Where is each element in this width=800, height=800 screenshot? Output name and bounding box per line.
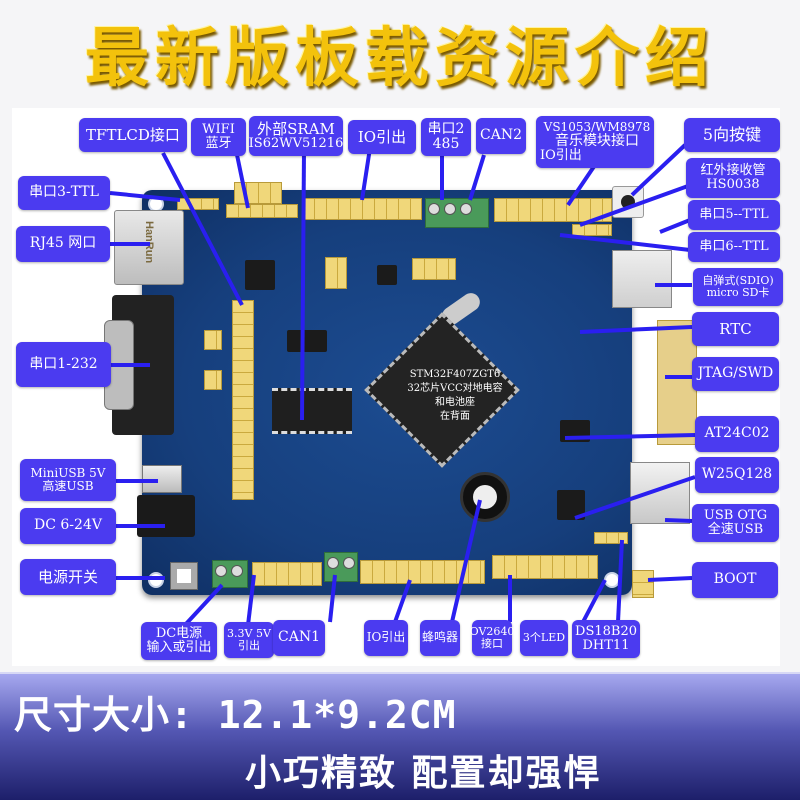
can-transceiver [377, 265, 397, 285]
p5-header [325, 257, 347, 289]
label-jtag: JTAG/SWD [692, 357, 779, 391]
label-uart2: 串口2 485 [421, 118, 471, 156]
label-ov2640: OV2640 接口 [470, 620, 514, 656]
jtag-connector [657, 320, 697, 445]
label-eeprom: AT24C02 [695, 416, 779, 452]
boot-header [632, 570, 654, 598]
w25q128-chip [557, 490, 585, 520]
5-way-key [612, 186, 644, 218]
label-io-bottom: IO引出 [364, 620, 408, 656]
mcu-label: STM32F407ZGT6 32芯片VCC对地电容 和电池座 在背面 [390, 368, 520, 424]
pcb-board: HanRun STM32F407ZGT6 32芯片VCC对地电容 和电池座 在背… [104, 182, 697, 598]
power-switch [170, 562, 198, 590]
u10-chip [287, 330, 327, 352]
label-led: 3个LED [520, 620, 568, 656]
tftlcd-header [232, 300, 254, 500]
ov2640-header [492, 555, 598, 579]
label-sram: 外部SRAM IS62WV51216 [249, 116, 343, 156]
ethernet-phy-chip [245, 260, 275, 290]
label-rj45: RJ45 网口 [16, 226, 110, 262]
mounting-hole [148, 572, 164, 588]
label-power-switch: 电源开关 [20, 559, 116, 595]
mcu-note-3: 在背面 [440, 411, 470, 422]
io-top-header [302, 198, 422, 220]
can2-485-terminal [425, 198, 489, 228]
wifi-header [234, 182, 282, 204]
db9-connector [104, 295, 174, 435]
label-dc: DC 6-24V [20, 508, 116, 544]
label-uart3: 串口3-TTL [18, 176, 110, 210]
rj45-connector: HanRun [114, 210, 184, 285]
at24c02-chip [560, 420, 590, 442]
label-power-out: 3.3V 5V 引出 [224, 622, 274, 658]
dc-jack [137, 495, 195, 537]
rj45-brand: HanRun [143, 221, 155, 264]
buzzer [460, 472, 510, 522]
label-io-top: IO引出 [348, 120, 416, 154]
wifi-header-lower [226, 204, 298, 218]
mcu-part: STM32F407ZGT6 [409, 369, 501, 380]
board-size: 尺寸大小: 12.1*9.2CM [14, 693, 457, 737]
label-tftlcd: TFTLCD接口 [79, 118, 187, 152]
slogan: 小巧精致 配置却强悍 [245, 752, 602, 794]
label-wifi: WIFI 蓝牙 [191, 118, 246, 156]
footer-banner: 尺寸大小: 12.1*9.2CM 小巧精致 配置却强悍 [0, 672, 800, 800]
jumper-b [204, 370, 222, 390]
jumper-a [204, 330, 222, 350]
power-out-header [252, 562, 322, 586]
label-ds18b20: DS18B20 DHT11 [572, 620, 640, 658]
label-rtc: RTC [692, 312, 779, 346]
label-key5: 5向按键 [684, 118, 780, 152]
uart3-header [177, 198, 219, 210]
label-miniusb: MiniUSB 5V 高速USB [20, 459, 116, 501]
p15-header [412, 258, 456, 280]
label-ir: 红外接收管 HS0038 [686, 158, 780, 198]
label-boot: BOOT [692, 562, 778, 598]
mounting-hole [604, 572, 620, 588]
label-flash: W25Q128 [695, 457, 779, 493]
mini-usb-connector [142, 465, 182, 493]
music-module-header [494, 198, 612, 222]
usb-otg-connector [630, 462, 690, 524]
page-title: 最新版板载资源介绍 [85, 20, 715, 96]
label-dc-io: DC电源 输入或引出 [141, 622, 217, 660]
io-bottom-header [360, 560, 485, 584]
mcu-note-1: 32芯片VCC对地电容 [407, 383, 503, 394]
can1-terminal [324, 552, 358, 582]
label-sd: 自弹式(SDIO) micro SD卡 [693, 268, 783, 306]
micro-sd-slot [612, 250, 672, 308]
label-music: VS1053/WM8978 音乐模块接口 IO引出 [536, 116, 654, 168]
label-uart1: 串口1-232 [16, 342, 111, 387]
dc-terminal [212, 560, 248, 588]
label-buzzer: 蜂鸣器 [420, 620, 460, 656]
ds18b20-header [594, 532, 628, 544]
label-can1: CAN1 [273, 620, 325, 656]
uart5-header [572, 224, 612, 236]
sram-chip [272, 388, 352, 434]
label-uart6: 串口6--TTL [688, 232, 780, 262]
label-can2: CAN2 [476, 118, 526, 154]
mcu-note-2: 和电池座 [435, 397, 475, 408]
label-uart5: 串口5--TTL [688, 200, 780, 230]
label-usb-otg: USB OTG 全速USB [692, 504, 779, 542]
